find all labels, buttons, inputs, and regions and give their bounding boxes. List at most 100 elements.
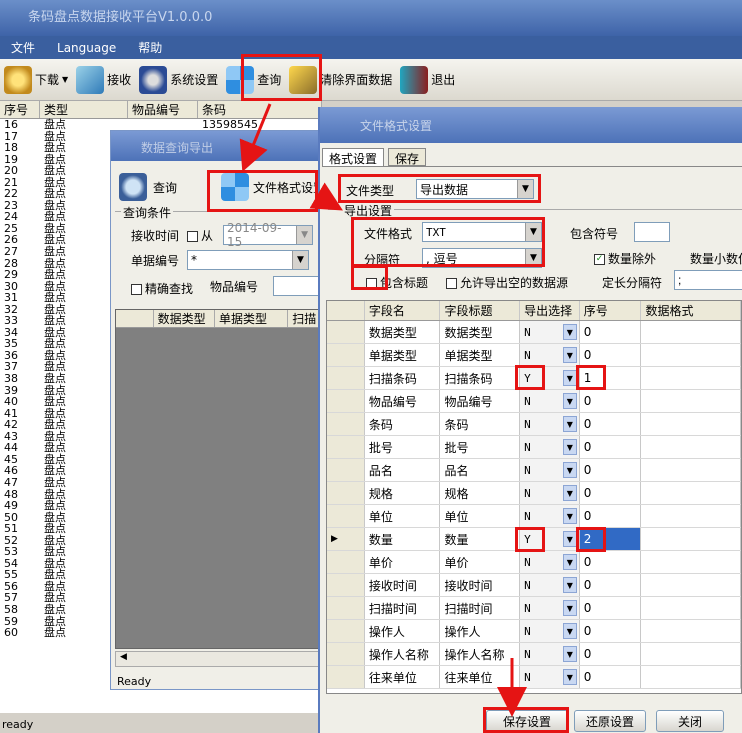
dropdown-arrow-icon[interactable]: ▼	[562, 531, 577, 547]
file-type-combo[interactable]: 导出数据 ▼	[416, 179, 534, 199]
cell-export-select[interactable]: N ▼	[520, 344, 580, 366]
cell-data-format[interactable]	[641, 321, 741, 343]
table-row[interactable]: 操作人 操作人 N ▼ 0	[327, 620, 741, 643]
query-button[interactable]: 查询	[222, 63, 285, 97]
dropdown-arrow-icon[interactable]: ▼	[562, 347, 577, 363]
dropdown-arrow-icon[interactable]: ▼	[562, 600, 577, 616]
cell-export-select[interactable]: N ▼	[520, 597, 580, 619]
table-row[interactable]: 物品编号 物品编号 N ▼ 0	[327, 390, 741, 413]
cell-data-format[interactable]	[641, 436, 741, 458]
menu-language[interactable]: Language	[46, 41, 127, 55]
table-row[interactable]: 接收时间 接收时间 N ▼ 0	[327, 574, 741, 597]
cell-export-select[interactable]: Y ▼	[520, 367, 580, 389]
separator-combo[interactable]: , 逗号 ▼	[422, 248, 542, 268]
cell-data-format[interactable]	[641, 413, 741, 435]
query-hscrollbar[interactable]: ◀	[115, 651, 319, 667]
cell-order[interactable]: 0	[580, 643, 642, 665]
cell-order[interactable]: 0	[580, 390, 642, 412]
cell-order[interactable]: 0	[580, 459, 642, 481]
col-header-field-name[interactable]: 字段名	[365, 301, 441, 320]
doc-no-combo[interactable]: * ▼	[187, 250, 309, 270]
fixed-separator-input[interactable]	[674, 270, 742, 290]
cell-export-select[interactable]: N ▼	[520, 505, 580, 527]
table-row[interactable]: 批号 批号 N ▼ 0	[327, 436, 741, 459]
cell-order[interactable]: 0	[580, 597, 642, 619]
close-button[interactable]: 关闭	[656, 710, 724, 732]
cell-export-select[interactable]: N ▼	[520, 620, 580, 642]
cell-data-format[interactable]	[641, 505, 741, 527]
cell-field-title[interactable]: 物品编号	[440, 390, 521, 412]
cell-export-select[interactable]: N ▼	[520, 574, 580, 596]
include-symbol-input[interactable]	[634, 222, 670, 242]
cell-data-format[interactable]	[641, 574, 741, 596]
dropdown-arrow-icon[interactable]: ▼	[562, 646, 577, 662]
table-row[interactable]: 单价 单价 N ▼ 0	[327, 551, 741, 574]
cell-data-format[interactable]	[641, 666, 741, 688]
cell-field-title[interactable]: 单价	[440, 551, 521, 573]
cell-field-title[interactable]: 接收时间	[440, 574, 521, 596]
cell-field-title[interactable]: 数据类型	[440, 321, 521, 343]
tab-save[interactable]: 保存	[388, 148, 427, 166]
table-row[interactable]: 条码 条码 N ▼ 0	[327, 413, 741, 436]
cell-data-format[interactable]	[641, 597, 741, 619]
cell-field-title[interactable]: 扫描时间	[440, 597, 521, 619]
col-header-type[interactable]: 类型	[40, 101, 128, 118]
cell-export-select[interactable]: N ▼	[520, 459, 580, 481]
cell-data-format[interactable]	[641, 551, 741, 573]
query-window-query-button[interactable]: 查询	[119, 173, 177, 201]
cell-field-title[interactable]: 品名	[440, 459, 521, 481]
cell-data-format[interactable]	[641, 482, 741, 504]
cell-field-title[interactable]: 操作人名称	[440, 643, 521, 665]
cell-export-select[interactable]: N ▼	[520, 321, 580, 343]
clear-button[interactable]: 清除界面数据	[285, 63, 396, 97]
cell-data-format[interactable]	[641, 643, 741, 665]
cell-data-format[interactable]	[641, 528, 741, 550]
date-picker[interactable]: 2014-09-15 ▼	[223, 221, 313, 249]
dropdown-arrow-icon[interactable]: ▼	[562, 669, 577, 685]
cell-field-title[interactable]: 往来单位	[440, 666, 521, 688]
col-header-order[interactable]: 序号	[580, 301, 642, 320]
dropdown-arrow-icon[interactable]: ▼	[562, 485, 577, 501]
exact-search-checkbox[interactable]: 精确查找	[131, 280, 193, 297]
cell-field-title[interactable]: 规格	[440, 482, 521, 504]
file-format-combo[interactable]: TXT ▼	[422, 222, 542, 242]
col-header-data-format[interactable]: 数据格式	[641, 301, 741, 320]
cell-order[interactable]: 0	[580, 574, 642, 596]
col-header-export-select[interactable]: 导出选择	[520, 301, 580, 320]
cell-export-select[interactable]: Y ▼	[520, 528, 580, 550]
cell-field-title[interactable]: 条码	[440, 413, 521, 435]
query-result-grid[interactable]: 数据类型 单据类型 扫描	[115, 309, 319, 649]
cell-order[interactable]: 0	[580, 413, 642, 435]
exit-button[interactable]: 退出	[396, 63, 459, 97]
dropdown-arrow-icon[interactable]: ▼	[562, 393, 577, 409]
cell-order[interactable]: 0	[580, 620, 642, 642]
cell-export-select[interactable]: N ▼	[520, 666, 580, 688]
cell-data-format[interactable]	[641, 390, 741, 412]
cell-order[interactable]: 0	[580, 666, 642, 688]
download-button[interactable]: 下载 ▼	[0, 63, 72, 97]
cell-field-title[interactable]: 单位	[440, 505, 521, 527]
cell-data-format[interactable]	[641, 344, 741, 366]
table-row[interactable]: 操作人名称 操作人名称 N ▼ 0	[327, 643, 741, 666]
table-row[interactable]: ▶ 数量 数量 Y ▼ 2	[327, 528, 741, 551]
table-row[interactable]: 16 盘点 13598545	[0, 119, 322, 131]
table-row[interactable]: 扫描时间 扫描时间 N ▼ 0	[327, 597, 741, 620]
table-row[interactable]: 扫描条码 扫描条码 Y ▼ 1	[327, 367, 741, 390]
allow-empty-checkbox[interactable]: 允许导出空的数据源	[446, 274, 568, 291]
cell-data-format[interactable]	[641, 620, 741, 642]
include-title-checkbox[interactable]: 包含标题	[366, 274, 428, 291]
cell-field-title[interactable]: 操作人	[440, 620, 521, 642]
dropdown-arrow-icon[interactable]: ▼	[562, 508, 577, 524]
col-header-barcode[interactable]: 条码	[198, 101, 322, 118]
qty-exclude-checkbox[interactable]: ✓ 数量除外	[594, 250, 656, 267]
field-settings-grid[interactable]: 字段名 字段标题 导出选择 序号 数据格式 数据类型 数据类型 N ▼ 0 单据类型 单据类…	[326, 300, 742, 694]
dropdown-arrow-icon[interactable]: ▼	[562, 416, 577, 432]
cell-data-format[interactable]	[641, 367, 741, 389]
table-row[interactable]: 品名 品名 N ▼ 0	[327, 459, 741, 482]
restore-settings-button[interactable]: 还原设置	[574, 710, 646, 732]
dropdown-arrow-icon[interactable]: ▼	[562, 623, 577, 639]
from-checkbox[interactable]: 从	[187, 227, 213, 244]
table-row[interactable]: 单据类型 单据类型 N ▼ 0	[327, 344, 741, 367]
col-header-index[interactable]: 序号	[0, 101, 40, 118]
table-row[interactable]: 往来单位 往来单位 N ▼ 0	[327, 666, 741, 689]
